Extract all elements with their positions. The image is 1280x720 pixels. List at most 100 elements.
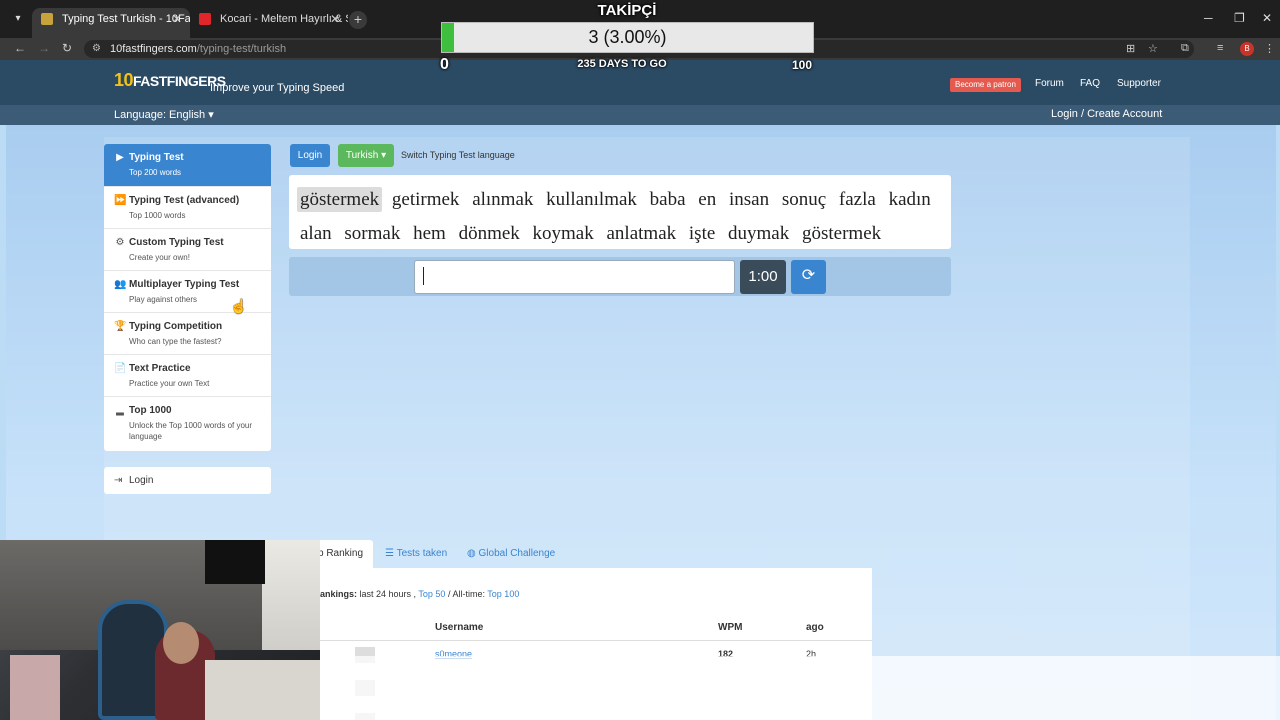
nav-faq-link[interactable]: FAQ	[1080, 78, 1100, 89]
restart-test-button[interactable]: ⟳	[791, 260, 826, 294]
extensions-icon[interactable]: ⧉	[1181, 42, 1189, 55]
trophy-icon: 🏆	[114, 321, 127, 332]
table-divider	[320, 640, 872, 641]
tab-tests-taken[interactable]: ☰ Tests taken	[375, 540, 457, 568]
word: en	[698, 189, 717, 210]
sidebar-item-custom-typing-test[interactable]: ⚙ Custom Typing Test Create your own!	[104, 229, 271, 271]
login-button[interactable]: Login	[290, 144, 330, 167]
typing-input[interactable]	[414, 260, 735, 294]
browser-menu-icon[interactable]: ⋮	[1264, 42, 1275, 55]
close-tab-icon[interactable]: ✕	[330, 8, 340, 30]
follower-goal-text: 3 (3.00%)	[588, 27, 667, 47]
word: duymak	[728, 223, 790, 244]
sign-in-icon: ⇥	[114, 475, 123, 486]
word: getirmek	[391, 189, 460, 210]
language-select-button[interactable]: Turkish ▾	[338, 144, 394, 167]
words-line-1: göstermek getirmek alınmak kullanılmak b…	[297, 183, 943, 217]
word: kullanılmak	[546, 189, 637, 210]
input-row: 1:00 ⟳	[289, 257, 951, 296]
sidebar-item-text-practice[interactable]: 📄 Text Practice Practice your own Text	[104, 355, 271, 397]
url-path: /typing-test/turkish	[196, 43, 287, 55]
forward-icon[interactable]: →	[38, 41, 50, 55]
list-icon: ☰	[385, 548, 394, 559]
top-50-link[interactable]: Top 50	[418, 589, 445, 599]
mouse-cursor-icon: ☝	[230, 298, 248, 314]
word: anlatmak	[606, 223, 677, 244]
gears-icon: ⚙	[115, 237, 125, 248]
sidebar-item-typing-test[interactable]: ▶ Typing Test Top 200 words	[104, 144, 271, 187]
nav-supporter-link[interactable]: Supporter	[1117, 78, 1161, 89]
site-logo[interactable]: 10FASTFINGERS	[114, 70, 226, 91]
sidebar-item-title: Custom Typing Test	[129, 237, 224, 248]
top-100-link[interactable]: Top 100	[487, 589, 519, 599]
webcam-window	[262, 540, 320, 650]
back-icon[interactable]: ←	[14, 41, 26, 55]
become-patron-button[interactable]: Become a patron	[950, 78, 1021, 92]
reload-page-icon[interactable]: ↻	[62, 41, 72, 55]
follower-goal-min: 0	[440, 56, 449, 73]
users-icon: 👥	[114, 279, 127, 290]
caret-down-icon: ▾	[381, 150, 387, 161]
chevron-down-icon: ▾	[208, 109, 214, 121]
url-host: 10fastfingers.com	[110, 43, 197, 55]
media-queue-icon[interactable]: ≡	[1217, 42, 1223, 54]
site-info-icon[interactable]: ⚙	[92, 40, 101, 58]
stream-fade-overlay	[320, 656, 1280, 720]
word: alan	[300, 223, 332, 244]
word: alınmak	[472, 189, 534, 210]
word: sormak	[344, 223, 401, 244]
site-subheader: Language: English ▾ Login / Create Accou…	[0, 105, 1280, 125]
current-word: göstermek	[297, 187, 383, 212]
sidebar-item-top-1000[interactable]: ▂ Top 1000 Unlock the Top 1000 words of …	[104, 397, 271, 451]
word: göstermek	[802, 223, 882, 244]
tab-search-dropdown-icon[interactable]: ▾	[10, 11, 26, 27]
restore-icon[interactable]: ❐	[1234, 11, 1245, 25]
new-tab-button[interactable]: +	[349, 11, 367, 29]
nav-forum-link[interactable]: Forum	[1035, 78, 1064, 89]
sidebar-login-link[interactable]: ⇥ Login	[104, 467, 271, 494]
switch-language-label: Switch Typing Test language	[401, 150, 515, 160]
forward-icon: ⏩	[114, 195, 127, 206]
sidebar-item-subtitle: Who can type the fastest?	[129, 337, 222, 346]
word: sonuç	[781, 189, 827, 210]
browser-tab-youtube[interactable]: Kocari - Meltem Hayırlı & Seren ✕	[190, 8, 348, 38]
close-tab-icon[interactable]: ✕	[172, 8, 182, 30]
profile-avatar[interactable]: B	[1240, 42, 1254, 56]
browser-tab-typing-test[interactable]: Typing Test Turkish - 10FastFing ✕	[32, 8, 190, 38]
minimize-icon[interactable]: ─	[1204, 11, 1213, 25]
sidebar-item-subtitle: Top 1000 words	[129, 211, 186, 220]
word: fazla	[838, 189, 876, 210]
language-dropdown[interactable]: Language: English ▾	[114, 108, 214, 121]
globe-icon: ◍	[467, 548, 476, 559]
sidebar-item-title: Text Practice	[129, 363, 191, 374]
sidebar-item-title: Typing Competition	[129, 321, 223, 332]
column-username: Username	[435, 622, 484, 633]
sidebar-item-subtitle: Unlock the Top 1000 words of your langua…	[129, 421, 253, 441]
follower-goal-title: TAKİPÇİ	[597, 2, 657, 19]
webcam-desk	[205, 660, 320, 720]
follower-goal-max: 100	[792, 58, 813, 72]
follower-goal-days: 235 DAYS TO GO	[577, 58, 667, 70]
sidebar-item-title: Typing Test (advanced)	[129, 195, 240, 206]
login-create-account-link[interactable]: Login / Create Account	[1051, 108, 1162, 120]
close-window-icon[interactable]: ✕	[1262, 11, 1272, 25]
translate-icon[interactable]: ⊞	[1126, 42, 1135, 55]
text-caret	[423, 267, 424, 285]
sidebar-item-typing-test-advanced[interactable]: ⏩ Typing Test (advanced) Top 1000 words	[104, 187, 271, 229]
signal-icon: ▂	[116, 405, 124, 416]
word: işte	[688, 223, 716, 244]
column-wpm: WPM	[718, 622, 743, 633]
bookmark-star-icon[interactable]: ☆	[1148, 42, 1158, 55]
word-display: göstermek getirmek alınmak kullanılmak b…	[289, 175, 951, 249]
site-tagline: Improve your Typing Speed	[210, 82, 345, 94]
webcam-screen	[205, 540, 265, 584]
webcam-overlay	[0, 540, 320, 720]
refresh-icon: ⟳	[801, 267, 816, 284]
youtube-favicon-icon	[199, 13, 211, 25]
word: hem	[413, 223, 446, 244]
sidebar-item-typing-competition[interactable]: 🏆 Typing Competition Who can type the fa…	[104, 313, 271, 355]
sidebar-item-title: Typing Test	[129, 152, 184, 163]
rankings-filter-line: ankings: last 24 hours , Top 50 / All-ti…	[320, 589, 520, 599]
play-icon: ▶	[116, 152, 124, 163]
tab-global-challenge[interactable]: ◍ Global Challenge	[457, 540, 565, 568]
